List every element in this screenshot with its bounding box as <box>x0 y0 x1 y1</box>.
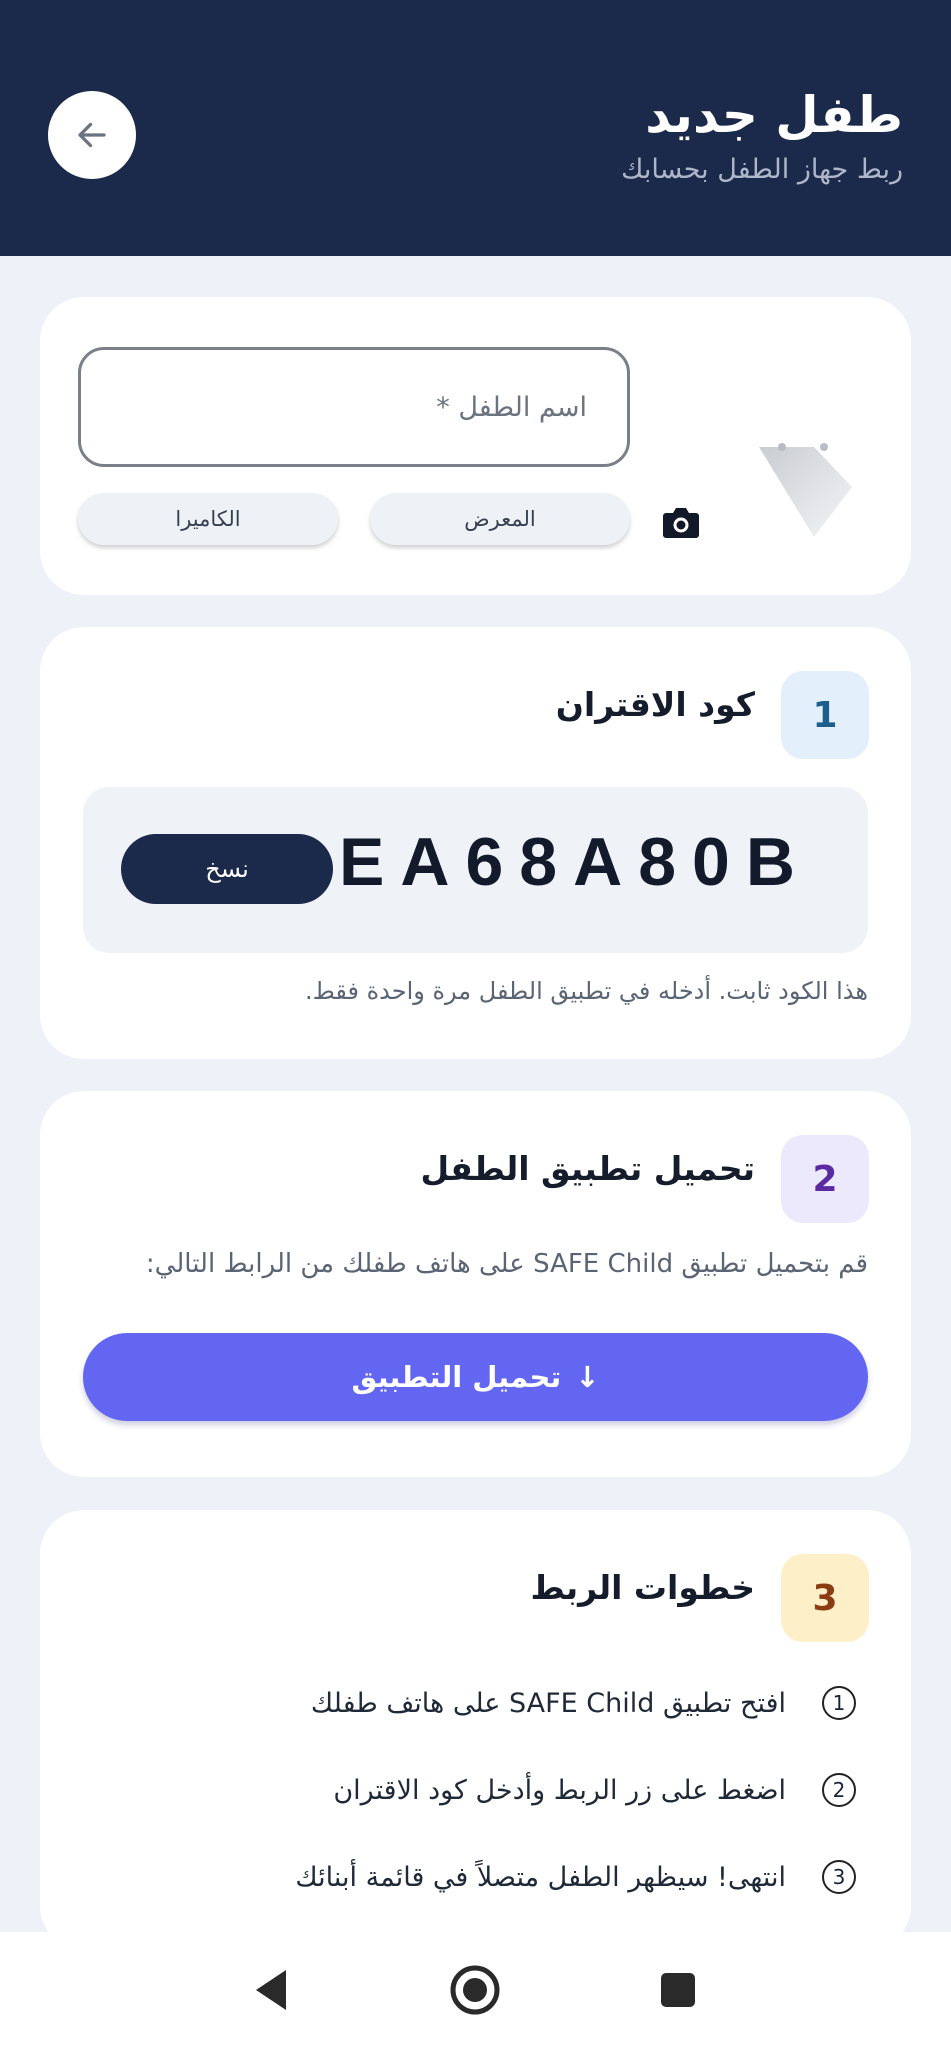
child-name-input[interactable] <box>81 350 627 464</box>
camera-icon[interactable] <box>662 505 700 539</box>
step-text: اضغط على زر الربط وأدخل كود الاقتران <box>333 1774 786 1806</box>
list-item: 3 انتهى! سيظهر الطفل متصلاً في قائمة أبن… <box>76 1852 856 1902</box>
download-description: قم بتحميل تطبيق SAFE Child على هاتف طفلك… <box>145 1249 868 1279</box>
step-number: 2 <box>822 1773 856 1807</box>
list-item: 1 افتح تطبيق SAFE Child على هاتف طفلك <box>76 1678 856 1728</box>
download-app-card: 2 تحميل تطبيق الطفل قم بتحميل تطبيق SAFE… <box>40 1091 911 1477</box>
download-title: تحميل تطبيق الطفل <box>420 1149 755 1188</box>
back-button[interactable] <box>48 91 136 179</box>
step-badge-2: 2 <box>781 1135 869 1223</box>
copy-code-button[interactable]: نسخ <box>121 834 333 904</box>
avatar-placeholder-icon[interactable] <box>714 437 864 547</box>
pairing-code-card: 1 كود الاقتران نسخ EA68A80B هذا الكود ثا… <box>40 627 911 1059</box>
app-header: طفل جديد ربط جهاز الطفل بحسابك <box>0 0 951 256</box>
step-text: انتهى! سيظهر الطفل متصلاً في قائمة أبنائ… <box>295 1861 786 1893</box>
page-title: طفل جديد <box>645 86 903 144</box>
nav-back-icon[interactable] <box>252 1968 292 2012</box>
linking-steps-card: 3 خطوات الربط 1 افتح تطبيق SAFE Child عل… <box>40 1510 911 1950</box>
step-number: 3 <box>822 1860 856 1894</box>
page-subtitle: ربط جهاز الطفل بحسابك <box>621 154 903 185</box>
pairing-code-title: كود الاقتران <box>555 685 755 724</box>
child-name-field[interactable] <box>78 347 630 467</box>
camera-button[interactable]: الكاميرا <box>78 493 338 545</box>
list-item: 2 اضغط على زر الربط وأدخل كود الاقتران <box>76 1765 856 1815</box>
download-button-label: تحميل التطبيق <box>351 1360 562 1394</box>
linking-steps-title: خطوات الربط <box>530 1568 755 1607</box>
system-navigation-bar <box>0 1932 951 2048</box>
step-number: 1 <box>822 1686 856 1720</box>
download-app-button[interactable]: ↓ تحميل التطبيق <box>83 1333 868 1421</box>
download-icon: ↓ <box>575 1360 600 1394</box>
pairing-code-box: نسخ EA68A80B <box>83 787 868 953</box>
child-profile-card: الكاميرا المعرض <box>40 297 911 595</box>
step-text: افتح تطبيق SAFE Child على هاتف طفلك <box>310 1687 786 1719</box>
pairing-code-value: EA68A80B <box>339 824 811 900</box>
gallery-button[interactable]: المعرض <box>370 493 630 545</box>
arrow-left-icon <box>78 122 106 148</box>
step-badge-1: 1 <box>781 671 869 759</box>
nav-recents-icon[interactable] <box>659 1971 697 2009</box>
pairing-code-note: هذا الكود ثابت. أدخله في تطبيق الطفل مرة… <box>304 977 868 1005</box>
step-badge-3: 3 <box>781 1554 869 1642</box>
nav-home-icon[interactable] <box>449 1964 501 2016</box>
